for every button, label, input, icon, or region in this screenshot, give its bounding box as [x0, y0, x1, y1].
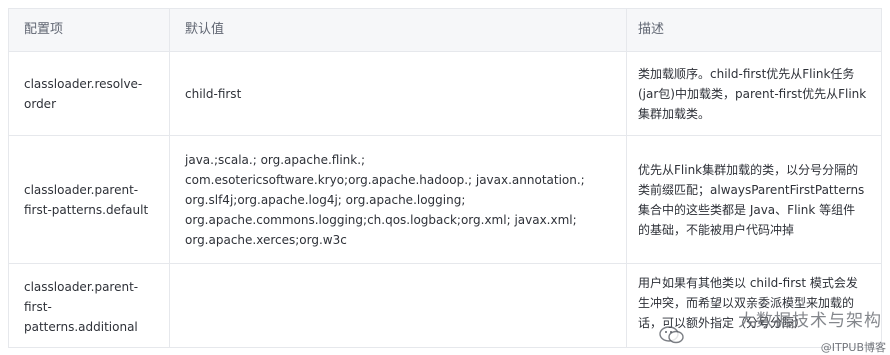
- row2-default-line: java.;scala.; org.apache.flink.;: [185, 152, 366, 167]
- row2-default-line: org.slf4j;org.apache.log4j; org.apache.l…: [185, 192, 466, 207]
- row2-key: classloader.parent- first-patterns.defau…: [24, 136, 164, 263]
- row1-desc-line: 类加载顺序。child-first优先从Flink任务: [638, 66, 855, 81]
- row2-desc-line: 集合中的这些类都是 Java、Flink 等组件: [638, 202, 856, 217]
- row1-desc-line: 集群加载类。: [638, 106, 711, 121]
- row3-desc-line: 用户如果有其他类以 child-first 模式会发: [638, 276, 858, 290]
- row2-default: java.;scala.; org.apache.flink.; com.eso…: [185, 136, 621, 263]
- table-header-row: [9, 9, 881, 51]
- row2-key-line: classloader.parent-: [24, 182, 139, 197]
- row3-key-line: first-: [24, 299, 52, 314]
- row1-key-line: classloader.resolve-: [24, 76, 143, 91]
- config-table: 配置项 默认值 描述 classloader.resolve- order ch…: [8, 8, 882, 348]
- row1-key-line: order: [24, 96, 56, 111]
- row3-key: classloader.parent- first- patterns.addi…: [24, 264, 164, 349]
- row3-key-line: classloader.parent-: [24, 279, 139, 294]
- header-description: 描述: [638, 22, 665, 37]
- row2-key-line: first-patterns.default: [24, 202, 149, 217]
- row2-desc-line: 优先从Flink集群加载的类，以分号分隔的: [638, 162, 859, 177]
- row1-default: child-first: [185, 52, 615, 135]
- row1-default-line: child-first: [185, 86, 242, 101]
- row1-desc: 类加载顺序。child-first优先从Flink任务 (jar包)中加载类，p…: [638, 52, 878, 135]
- column-divider: [626, 9, 627, 347]
- header-config-item: 配置项: [24, 22, 64, 37]
- row3-key-line: patterns.additional: [24, 319, 138, 334]
- row1-desc-line: (jar包)中加载类，parent-first优先从Flink: [638, 86, 867, 101]
- watermark-source: @ITPUB博客: [820, 341, 886, 354]
- row2-desc-line: 类前缀匹配；alwaysParentFirstPatterns: [638, 182, 865, 197]
- row2-default-line: org.apache.xerces;org.w3c: [185, 232, 347, 247]
- column-divider: [169, 9, 170, 347]
- watermark-text: 大数据技术与架构: [738, 311, 882, 331]
- row3-default: [185, 264, 615, 349]
- row1-key: classloader.resolve- order: [24, 52, 164, 135]
- row2-default-line: org.apache.commons.logging;ch.qos.logbac…: [185, 212, 577, 227]
- row2-desc-line: 的基础，不能被用户代码冲掉: [638, 222, 795, 237]
- row2-default-line: com.esotericsoftware.kryo;org.apache.had…: [185, 172, 585, 187]
- wechat-icon: [659, 326, 684, 344]
- row2-desc: 优先从Flink集群加载的类，以分号分隔的 类前缀匹配；alwaysParent…: [638, 136, 878, 263]
- header-default-value: 默认值: [185, 22, 225, 37]
